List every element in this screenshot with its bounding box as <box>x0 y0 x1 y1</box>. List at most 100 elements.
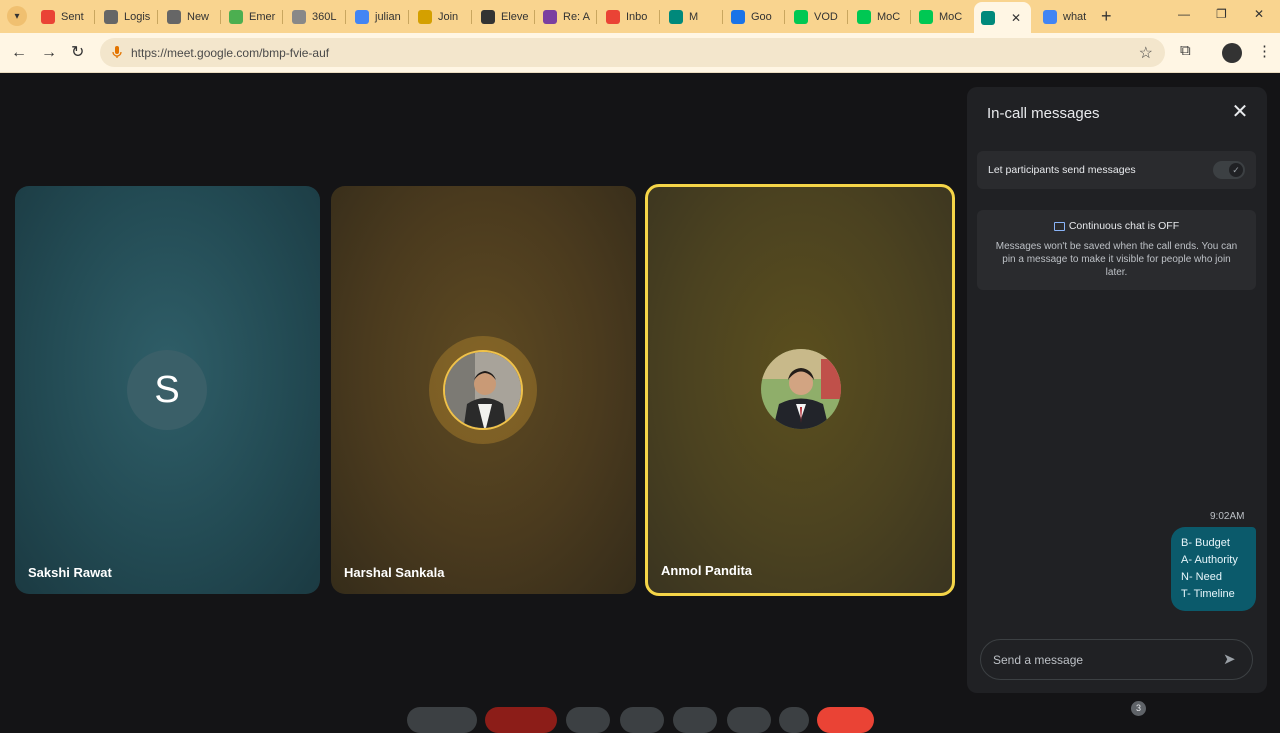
participant-name: Anmol Pandita <box>661 563 753 578</box>
browser-tab[interactable]: New <box>160 4 218 30</box>
k-icon <box>857 10 871 24</box>
browser-tab[interactable]: Inbo <box>599 4 657 30</box>
permission-toggle[interactable]: ✓ <box>1213 161 1245 179</box>
participant-tile[interactable]: S Sakshi Rawat <box>15 186 320 594</box>
back-icon[interactable]: ← <box>11 43 27 63</box>
tab-label: Emer <box>249 11 276 23</box>
tab-separator <box>659 10 660 24</box>
close-window-icon[interactable]: ✕ <box>1254 7 1264 21</box>
browser-tab[interactable]: MoC <box>912 4 970 30</box>
gmail-icon <box>606 10 620 24</box>
tab-label: Eleve <box>501 11 529 23</box>
check-icon: ✓ <box>1229 163 1243 177</box>
browser-tab[interactable]: ✕ <box>974 2 1031 33</box>
browser-tab[interactable]: M <box>662 4 720 30</box>
continuous-chat-title-row: Continuous chat is OFF <box>977 220 1256 232</box>
tab-label: VOD <box>814 11 838 23</box>
leave-call-button[interactable] <box>817 707 874 733</box>
permission-label: Let participants send messages <box>988 164 1136 176</box>
browser-tab[interactable]: 360L <box>285 4 343 30</box>
message-line: A- Authority <box>1181 554 1238 566</box>
tab-separator <box>157 10 158 24</box>
participant-photo-avatar <box>443 350 523 430</box>
menu-kebab-icon[interactable]: ⋮ <box>1257 42 1272 60</box>
participant-photo-avatar <box>761 349 841 429</box>
bookmark-star-icon[interactable]: ☆ <box>1139 43 1153 63</box>
browser-tab[interactable]: Eleve <box>474 4 532 30</box>
restore-icon[interactable]: ❐ <box>1216 7 1227 21</box>
tab-separator <box>847 10 848 24</box>
tab-separator <box>784 10 785 24</box>
pause-icon <box>481 10 495 24</box>
reload-icon[interactable]: ↻ <box>71 43 84 63</box>
browser-tab[interactable]: VOD <box>787 4 845 30</box>
browser-tab[interactable]: Sent <box>34 4 92 30</box>
tab-label: Logis <box>124 11 151 23</box>
google-icon <box>1043 10 1057 24</box>
minimize-icon[interactable]: — <box>1178 7 1190 21</box>
control-button[interactable] <box>407 707 477 733</box>
control-button[interactable] <box>673 707 717 733</box>
browser-tab[interactable]: what <box>1036 4 1093 30</box>
new-tab-button[interactable]: + <box>1101 6 1112 26</box>
tab-label: New <box>187 11 210 23</box>
continuous-chat-title: Continuous chat is OFF <box>1068 220 1180 232</box>
chat-panel: In-call messages ✕ Let participants send… <box>967 87 1267 693</box>
tab-label: Goo <box>751 11 772 23</box>
tab-separator <box>910 10 911 24</box>
forward-icon[interactable]: → <box>41 43 57 63</box>
send-icon[interactable]: ➤ <box>1223 651 1241 669</box>
gmail-icon <box>41 10 55 24</box>
hash-icon <box>543 10 557 24</box>
extensions-icon[interactable]: ⧉ <box>1180 42 1191 59</box>
browser-tab[interactable]: MoC <box>850 4 908 30</box>
browser-toolbar: ← → ↻ https://meet.google.com/bmp-fvie-a… <box>0 33 1280 73</box>
tab-separator <box>282 10 283 24</box>
tab-separator <box>722 10 723 24</box>
control-button[interactable] <box>727 707 771 733</box>
tab-separator <box>596 10 597 24</box>
url-text: https://meet.google.com/bmp-fvie-auf <box>131 46 330 60</box>
close-icon[interactable]: ✕ <box>1229 101 1251 123</box>
message-input[interactable] <box>993 650 1213 670</box>
tab-label: Re: A <box>563 11 590 23</box>
green-logo-icon <box>229 10 243 24</box>
tab-search-button[interactable]: ▾ <box>7 6 27 26</box>
tab-separator <box>345 10 346 24</box>
tab-label: MoC <box>877 11 901 23</box>
tab-label: M <box>689 11 699 23</box>
browser-tab[interactable]: julian <box>348 4 406 30</box>
panel-title: In-call messages <box>987 105 1100 122</box>
tab-label: Sent <box>61 11 84 23</box>
tab-label: julian <box>375 11 401 23</box>
message-compose-box: ➤ <box>980 639 1253 680</box>
continuous-chat-info: Continuous chat is OFF Messages won't be… <box>977 210 1256 290</box>
browser-tab[interactable]: Re: A <box>536 4 594 30</box>
control-button[interactable] <box>566 707 610 733</box>
mic-toggle-button[interactable] <box>485 707 557 733</box>
calendar-icon <box>731 10 745 24</box>
tab-separator <box>534 10 535 24</box>
control-button[interactable] <box>620 707 664 733</box>
participant-tile[interactable]: Harshal Sankala <box>331 186 636 594</box>
continuous-chat-description: Messages won't be saved when the call en… <box>995 241 1238 278</box>
close-tab-icon[interactable]: ✕ <box>1011 11 1021 25</box>
tab-label: MoC <box>939 11 963 23</box>
tab-label: what <box>1063 11 1087 23</box>
tab-label: Inbo <box>626 11 648 23</box>
profile-avatar[interactable] <box>1222 43 1242 63</box>
participant-tile-active-speaker[interactable]: Anmol Pandita <box>645 184 955 596</box>
tab-separator <box>94 10 95 24</box>
tab-strip: ▾ Sent Logis New Emer 360L julian Join Eleve Re:… <box>0 0 1280 33</box>
more-options-button[interactable] <box>779 707 809 733</box>
meet-icon <box>669 10 683 24</box>
browser-tab[interactable]: Join <box>411 4 469 30</box>
info-icon <box>167 10 181 24</box>
browser-tab[interactable]: Emer <box>222 4 280 30</box>
address-bar[interactable]: https://meet.google.com/bmp-fvie-auf ☆ <box>100 38 1165 67</box>
browser-tab[interactable]: Goo <box>724 4 782 30</box>
browser-tab[interactable]: Logis <box>97 4 155 30</box>
tab-label: Join <box>438 11 459 23</box>
message-line: N- Need <box>1181 571 1222 583</box>
circle-logo-icon <box>418 10 432 24</box>
